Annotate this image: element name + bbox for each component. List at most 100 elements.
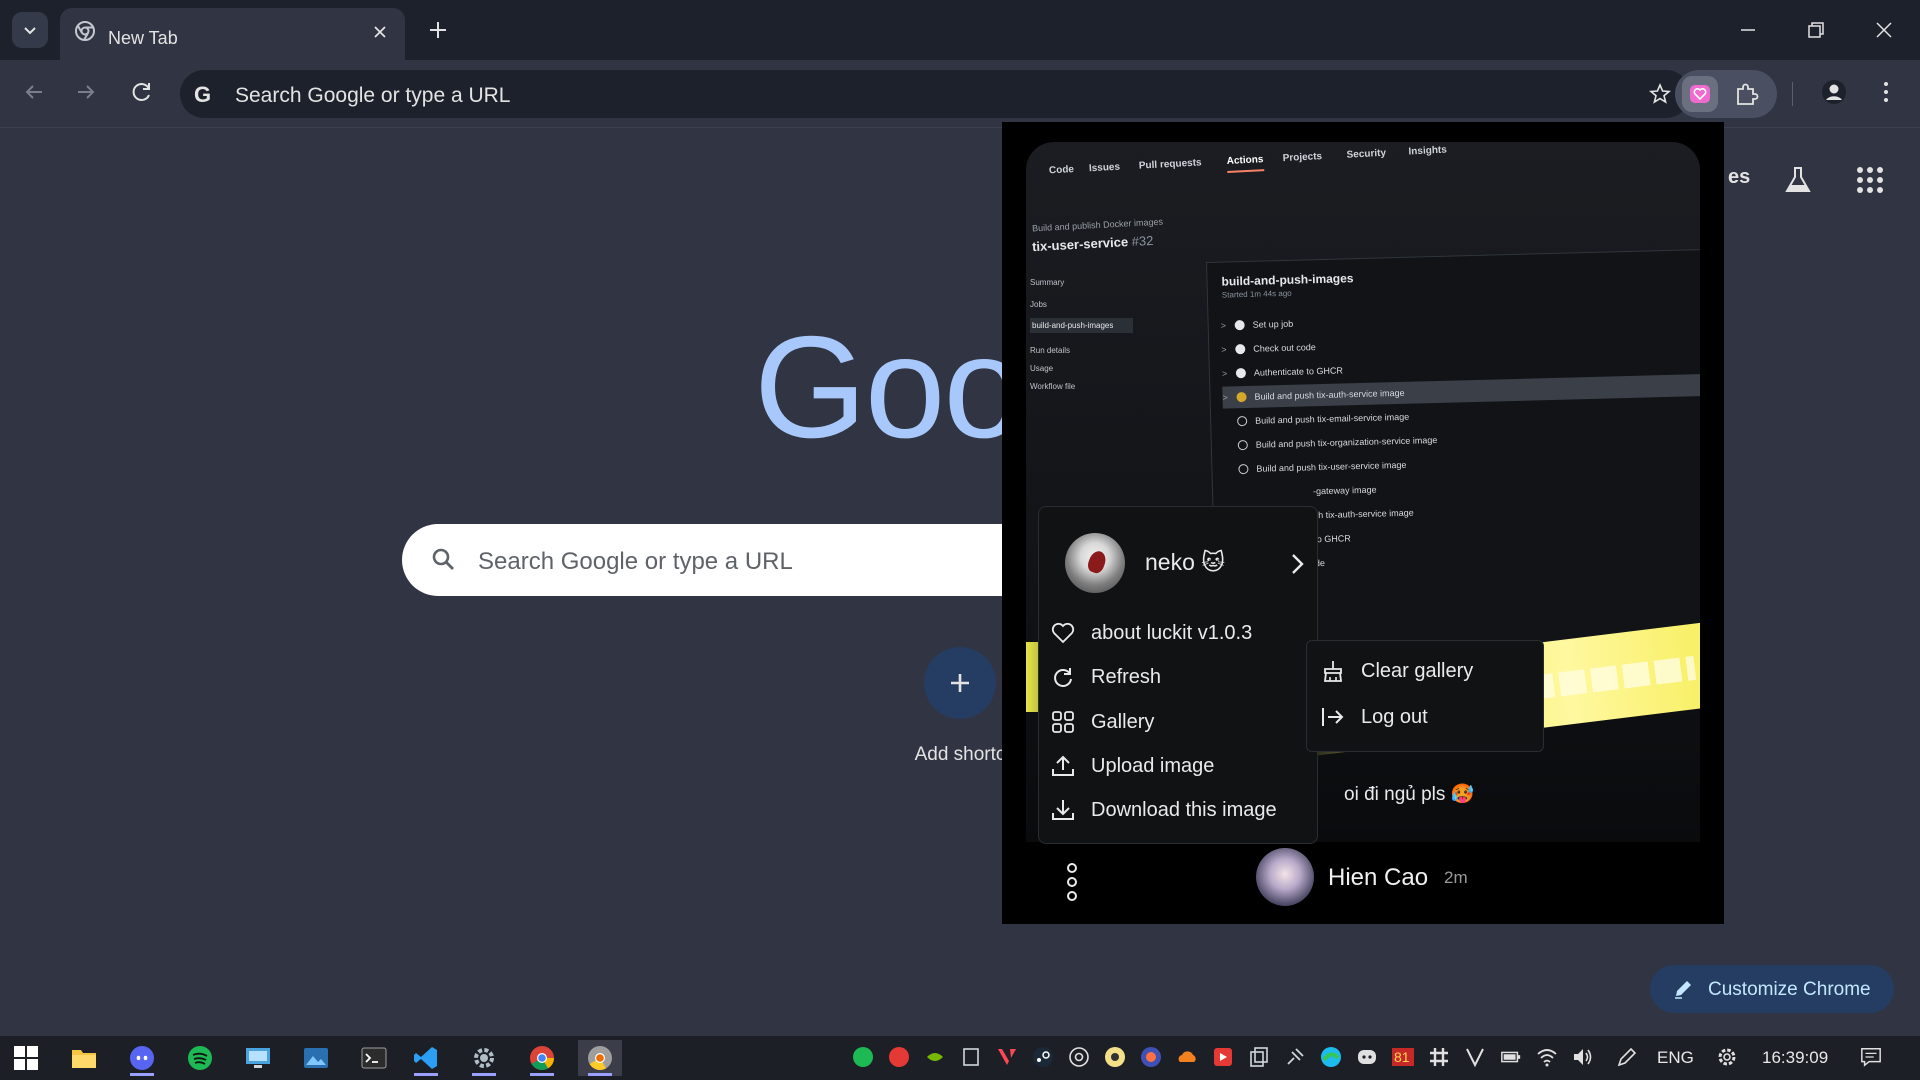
chrome-menu-button[interactable] — [1874, 78, 1898, 106]
tray-steam-icon[interactable] — [1032, 1046, 1054, 1068]
photo-sidebar-item: Usage — [1030, 364, 1054, 373]
menu-item-download[interactable]: Download this image — [1049, 790, 1309, 830]
taskbar-settings[interactable] — [462, 1040, 506, 1076]
tray-slack-icon[interactable] — [1428, 1046, 1450, 1068]
tray-app-red-icon[interactable] — [888, 1046, 910, 1068]
tray-battery-icon[interactable] — [1500, 1046, 1522, 1068]
luckit-extension-button[interactable] — [1682, 76, 1718, 112]
menu-item-label: Refresh — [1091, 665, 1162, 688]
tray-language[interactable]: ENG — [1657, 1048, 1694, 1068]
customize-chrome-button[interactable]: Customize Chrome — [1650, 965, 1894, 1013]
taskbar-terminal[interactable] — [352, 1040, 396, 1076]
taskbar-vscode[interactable] — [404, 1040, 448, 1076]
windows-taskbar: 81 ENG 16:39:09 — [0, 1036, 1920, 1080]
folder-icon — [72, 1050, 96, 1068]
profile-button[interactable] — [1820, 78, 1848, 106]
restore-button[interactable] — [1794, 12, 1838, 48]
address-bar-text: Search Google or type a URL — [235, 84, 511, 107]
reload-button[interactable] — [128, 78, 156, 106]
address-bar[interactable]: G Search Google or type a URL — [180, 70, 1690, 118]
tray-wifi-icon[interactable] — [1536, 1046, 1558, 1068]
back-button[interactable] — [20, 78, 48, 106]
flask-icon — [1785, 167, 1811, 192]
close-window-button[interactable] — [1862, 12, 1906, 48]
plus-icon — [430, 22, 446, 38]
tray-pin-icon[interactable] — [1284, 1046, 1306, 1068]
tray-copy-icon[interactable] — [1248, 1046, 1270, 1068]
profile-icon — [1822, 80, 1846, 104]
menu-item-refresh[interactable]: Refresh — [1049, 657, 1309, 697]
bookmark-star-icon[interactable] — [1648, 82, 1672, 106]
start-button[interactable] — [4, 1040, 48, 1076]
avatar — [1065, 533, 1125, 593]
tab-new-tab[interactable]: New Tab — [60, 8, 405, 60]
taskbar-app-photos[interactable] — [294, 1040, 338, 1076]
tray-cloud-icon[interactable] — [1176, 1046, 1198, 1068]
taskbar-spotify[interactable] — [178, 1040, 222, 1076]
luckit-popup: Code Issues Pull requests Actions Projec… — [1002, 122, 1724, 924]
tray-settings-gear-icon[interactable] — [1716, 1046, 1738, 1068]
photo-sidebar-item: build-and-push-images — [1030, 318, 1134, 333]
minimize-button[interactable] — [1726, 12, 1770, 48]
photo-tab: Code — [1048, 164, 1075, 177]
tray-app-color-icon[interactable] — [1140, 1046, 1162, 1068]
menu-item-gallery[interactable]: Gallery — [1049, 702, 1309, 742]
menu-item-about[interactable]: about luckit v1.0.3 — [1049, 613, 1309, 653]
heart-icon — [1690, 85, 1710, 103]
tray-v-icon[interactable] — [1464, 1046, 1486, 1068]
more-vertical-icon[interactable] — [1064, 862, 1080, 902]
google-logo: Goo — [754, 306, 1024, 468]
tray-app-redbox-icon[interactable] — [1212, 1046, 1234, 1068]
google-g-icon: G — [194, 82, 212, 107]
taskbar-app-monitor[interactable] — [236, 1040, 280, 1076]
photo-run-title: tix-user-service #32 — [1032, 233, 1154, 254]
taskbar-chrome-dev[interactable] — [578, 1040, 622, 1076]
restore-icon — [1808, 22, 1824, 38]
tray-spotify-icon[interactable] — [852, 1046, 874, 1068]
taskbar-chrome[interactable] — [520, 1040, 564, 1076]
chevron-down-icon — [24, 27, 36, 35]
download-icon — [1049, 796, 1077, 824]
menu-user-row[interactable]: neko 🐱 — [1065, 533, 1305, 593]
menu-item-upload[interactable]: Upload image — [1049, 746, 1309, 786]
more-vertical-icon — [1884, 82, 1888, 102]
sender-time: 2m — [1444, 868, 1468, 887]
tray-app-yellow-icon[interactable] — [1104, 1046, 1126, 1068]
heart-icon — [1049, 619, 1077, 647]
logout-icon — [1319, 703, 1347, 731]
new-tab-button[interactable] — [424, 16, 452, 44]
refresh-icon — [1049, 663, 1077, 691]
notification-center-icon[interactable] — [1860, 1046, 1882, 1068]
taskbar-discord[interactable] — [120, 1040, 164, 1076]
tray-valorant-icon[interactable] — [996, 1046, 1018, 1068]
close-tab-icon[interactable] — [369, 21, 391, 43]
taskbar-file-explorer[interactable] — [62, 1040, 106, 1076]
minimize-icon — [1741, 29, 1755, 31]
tray-pen-icon[interactable] — [1616, 1046, 1638, 1068]
menu-item-log-out[interactable]: Log out — [1319, 697, 1539, 737]
tab-title: New Tab — [108, 28, 178, 48]
ntp-top-link[interactable]: es — [1728, 166, 1750, 189]
tray-nvidia-icon[interactable] — [924, 1046, 946, 1068]
tray-edge-icon[interactable] — [1320, 1046, 1342, 1068]
tray-volume-icon[interactable] — [1572, 1046, 1594, 1068]
photos-icon — [304, 1048, 328, 1068]
toolbar-divider — [1792, 82, 1793, 106]
taskbar-clock[interactable]: 16:39:09 — [1762, 1048, 1828, 1068]
forward-button[interactable] — [72, 78, 100, 106]
extensions-group — [1675, 70, 1777, 118]
photo-caption: oi đi ngủ pls 🥵 — [1344, 784, 1475, 805]
extensions-button[interactable] — [1733, 80, 1761, 108]
tray-at-icon[interactable] — [1068, 1046, 1090, 1068]
google-apps-button[interactable] — [1854, 164, 1886, 196]
chrome-dev-icon — [588, 1046, 612, 1071]
photo-sidebar-item: Run details — [1030, 346, 1071, 355]
tray-discord-icon[interactable] — [1356, 1046, 1378, 1068]
upload-icon — [1049, 752, 1077, 780]
labs-button[interactable] — [1782, 164, 1814, 196]
menu-item-clear-gallery[interactable]: Clear gallery — [1319, 651, 1539, 691]
tray-app-box-icon[interactable] — [960, 1046, 982, 1068]
add-shortcut-button[interactable] — [924, 647, 996, 719]
photo-repo-tabs: Code Issues Pull requests Actions Projec… — [1036, 142, 1677, 192]
tab-search-button[interactable] — [12, 12, 48, 48]
